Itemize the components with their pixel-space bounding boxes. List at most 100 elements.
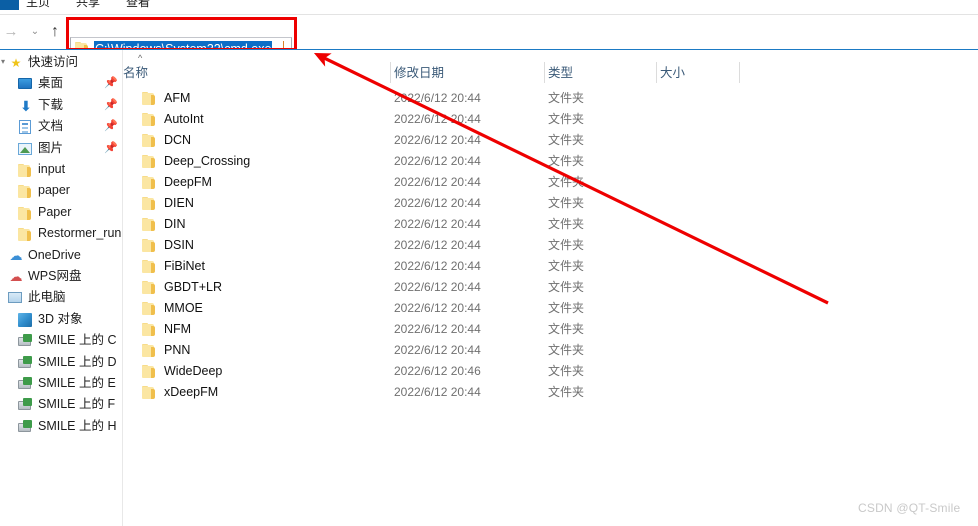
- ribbon-tab-strip: 主页 共享 查看: [0, 0, 978, 14]
- file-type: 文件夹: [548, 364, 585, 378]
- table-row[interactable]: DCN 2022/6/12 20:44 文件夹: [123, 130, 978, 151]
- recent-locations-button[interactable]: ⌄: [26, 23, 44, 41]
- file-date-modified: 2022/6/12 20:44: [394, 259, 481, 273]
- file-date-modified: 2022/6/12 20:44: [394, 385, 481, 399]
- column-separator[interactable]: [544, 62, 545, 83]
- 3d-objects-icon: [18, 312, 34, 328]
- file-name: FiBiNet: [164, 259, 205, 273]
- sidebar-item-label: SMILE 上的 D: [38, 354, 117, 369]
- forward-button[interactable]: →: [2, 23, 20, 41]
- file-date-modified: 2022/6/12 20:44: [394, 175, 481, 189]
- folder-icon: [142, 197, 157, 210]
- sidebar-item-label: Restormer_run: [38, 226, 122, 241]
- sidebar-item-[interactable]: 此电脑: [0, 287, 122, 308]
- table-row[interactable]: FiBiNet 2022/6/12 20:44 文件夹: [123, 256, 978, 277]
- sidebar-item-paper[interactable]: paper: [0, 180, 122, 201]
- sidebar-item-label: WPS网盘: [28, 269, 82, 283]
- file-type: 文件夹: [548, 385, 585, 399]
- table-row[interactable]: xDeepFM 2022/6/12 20:44 文件夹: [123, 382, 978, 403]
- file-explorer-window: 主页 共享 查看 → ⌄ ↑ C:\Windows\System32\cmd.e…: [0, 0, 978, 526]
- network-drive-icon: [18, 397, 34, 413]
- watermark: CSDN @QT-Smile: [858, 501, 961, 515]
- table-row[interactable]: DeepFM 2022/6/12 20:44 文件夹: [123, 172, 978, 193]
- sidebar-item-[interactable]: 文档 📌: [0, 116, 122, 137]
- table-row[interactable]: WideDeep 2022/6/12 20:46 文件夹: [123, 361, 978, 382]
- folder-icon: [142, 344, 157, 357]
- sidebar-item-[interactable]: ⬇ 下载 📌: [0, 95, 122, 116]
- file-date-modified: 2022/6/12 20:44: [394, 196, 481, 210]
- column-header-date-modified[interactable]: 修改日期: [394, 64, 444, 82]
- file-date-modified: 2022/6/12 20:44: [394, 133, 481, 147]
- sidebar-item-label: 桌面: [38, 76, 64, 91]
- sidebar-item-label: paper: [38, 183, 70, 198]
- table-row[interactable]: DIN 2022/6/12 20:44 文件夹: [123, 214, 978, 235]
- sidebar-item-smile-f[interactable]: SMILE 上的 F: [0, 394, 122, 415]
- sidebar-item-[interactable]: 图片 📌: [0, 138, 122, 159]
- sidebar-item-smile-d[interactable]: SMILE 上的 D: [0, 352, 122, 373]
- document-icon: [18, 119, 34, 135]
- file-type: 文件夹: [548, 238, 585, 252]
- folder-icon: [142, 155, 157, 168]
- folder-icon: [142, 92, 157, 105]
- pin-icon[interactable]: 📌: [104, 78, 118, 89]
- table-row[interactable]: DIEN 2022/6/12 20:44 文件夹: [123, 193, 978, 214]
- tab-home[interactable]: 主页: [26, 0, 50, 10]
- file-date-modified: 2022/6/12 20:44: [394, 322, 481, 336]
- sidebar-item-label: 此电脑: [28, 290, 66, 305]
- column-header-size[interactable]: 大小: [660, 64, 685, 82]
- sidebar-item-3d[interactable]: 3D 对象: [0, 309, 122, 330]
- file-date-modified: 2022/6/12 20:44: [394, 280, 481, 294]
- file-type: 文件夹: [548, 301, 585, 315]
- table-row[interactable]: Deep_Crossing 2022/6/12 20:44 文件夹: [123, 151, 978, 172]
- tab-share[interactable]: 共享: [76, 0, 100, 10]
- table-row[interactable]: AutoInt 2022/6/12 20:44 文件夹: [123, 109, 978, 130]
- sidebar-item-label: 文档: [38, 119, 64, 134]
- pin-icon[interactable]: 📌: [104, 99, 118, 111]
- file-name: DeepFM: [164, 175, 212, 189]
- up-button[interactable]: ↑: [46, 23, 64, 41]
- table-row[interactable]: AFM 2022/6/12 20:44 文件夹: [123, 88, 978, 109]
- folder-icon: [142, 281, 157, 294]
- column-separator[interactable]: [739, 62, 740, 83]
- sidebar-item-label: input: [38, 162, 66, 176]
- sidebar-item-smile-h[interactable]: SMILE 上的 H: [0, 416, 122, 437]
- sidebar-item-smile-c[interactable]: SMILE 上的 C: [0, 330, 122, 351]
- table-row[interactable]: DSIN 2022/6/12 20:44 文件夹: [123, 235, 978, 256]
- column-header-type[interactable]: 类型: [548, 64, 573, 82]
- pin-icon[interactable]: 📌: [104, 142, 118, 154]
- file-type: 文件夹: [548, 175, 585, 189]
- column-header-name[interactable]: 名称: [123, 64, 148, 82]
- table-row[interactable]: MMOE 2022/6/12 20:44 文件夹: [123, 298, 978, 319]
- sidebar-item-wps[interactable]: ☁ WPS网盘: [0, 266, 122, 287]
- file-name: GBDT+LR: [164, 280, 223, 294]
- sidebar-item-label: SMILE 上的 E: [38, 376, 116, 390]
- file-list-pane: 名称 修改日期 类型 大小 AFM 2022/6/12 20:44 文件夹 AutoI…: [123, 50, 978, 526]
- table-row[interactable]: NFM 2022/6/12 20:44 文件夹: [123, 319, 978, 340]
- sidebar-item-[interactable]: 桌面 📌: [0, 73, 122, 94]
- network-drive-icon: [18, 355, 34, 371]
- file-menu-button[interactable]: [0, 0, 19, 10]
- column-separator[interactable]: [390, 62, 391, 83]
- this-pc-icon: [8, 290, 24, 306]
- sidebar-item-label: SMILE 上的 H: [38, 418, 117, 433]
- column-separator[interactable]: [656, 62, 657, 83]
- file-date-modified: 2022/6/12 20:44: [394, 217, 481, 231]
- file-type: 文件夹: [548, 196, 585, 210]
- network-drive-icon: [18, 333, 34, 349]
- sidebar-item-[interactable]: ▾ ★ 快速访问: [0, 52, 122, 73]
- sidebar-item-input[interactable]: input: [0, 159, 122, 180]
- sidebar-item-paper[interactable]: Paper: [0, 202, 122, 223]
- table-row[interactable]: PNN 2022/6/12 20:44 文件夹: [123, 340, 978, 361]
- file-name: AFM: [164, 91, 191, 105]
- sidebar-item-onedrive[interactable]: ☁ OneDrive: [0, 245, 122, 266]
- folder-icon: [18, 162, 34, 178]
- sidebar-item-restormer-run[interactable]: Restormer_run: [0, 223, 122, 244]
- table-row[interactable]: GBDT+LR 2022/6/12 20:44 文件夹: [123, 277, 978, 298]
- star-icon: ★: [10, 56, 22, 70]
- file-date-modified: 2022/6/12 20:44: [394, 238, 481, 252]
- tab-view[interactable]: 查看: [126, 0, 150, 10]
- file-name: DIEN: [164, 196, 194, 210]
- sidebar-item-smile-e[interactable]: SMILE 上的 E: [0, 373, 122, 394]
- file-date-modified: 2022/6/12 20:44: [394, 301, 481, 315]
- pin-icon[interactable]: 📌: [104, 121, 118, 132]
